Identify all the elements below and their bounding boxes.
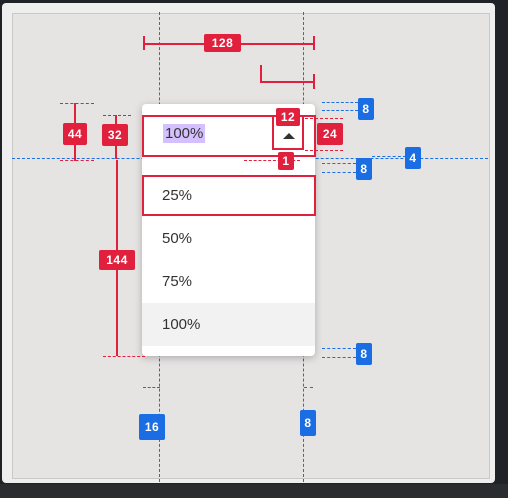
dropdown-option-100[interactable]: 100% bbox=[142, 303, 315, 346]
dim-128-tick-left bbox=[143, 36, 145, 50]
space-8-bottom-line1 bbox=[322, 348, 356, 349]
dim-24-badge: 24 bbox=[317, 123, 343, 145]
space-8-top-line1 bbox=[322, 102, 358, 103]
dim-icon-offset-tick-right bbox=[313, 74, 315, 89]
dim-128-tick-right bbox=[313, 36, 315, 50]
space-16-line bbox=[143, 387, 160, 388]
space-8-top-line2 bbox=[322, 110, 358, 111]
dim-44-top bbox=[60, 103, 94, 104]
space-8-top-badge: 8 bbox=[358, 98, 374, 120]
space-8-edge-line bbox=[304, 387, 313, 388]
dim-24-bottom bbox=[305, 150, 343, 151]
dim-1-badge: 1 bbox=[278, 152, 294, 170]
dropdown-option-50[interactable]: 50% bbox=[142, 217, 315, 260]
dim-44-badge: 44 bbox=[63, 123, 87, 145]
space-8-bottom-badge: 8 bbox=[356, 343, 372, 365]
dim-24-top bbox=[305, 118, 343, 119]
dim-144-bottom bbox=[103, 356, 145, 357]
space-8-mid-line2 bbox=[322, 172, 356, 173]
dim-32-badge: 32 bbox=[102, 124, 128, 146]
space-4-badge: 4 bbox=[405, 147, 421, 169]
frame-bottom bbox=[0, 484, 508, 498]
dim-44-bottom bbox=[60, 160, 94, 161]
option-outline bbox=[142, 175, 316, 216]
space-4-line bbox=[372, 156, 406, 157]
dim-12-badge: 12 bbox=[276, 108, 300, 126]
dim-icon-offset-tick-left bbox=[260, 65, 262, 82]
space-16-badge: 16 bbox=[139, 414, 165, 440]
space-8-edge-badge: 8 bbox=[300, 410, 316, 436]
dim-icon-offset-line bbox=[260, 81, 314, 83]
dim-32-top bbox=[103, 115, 131, 116]
dim-128-badge: 128 bbox=[204, 34, 241, 52]
space-8-bottom-line2 bbox=[322, 357, 356, 358]
dropdown-option-75[interactable]: 75% bbox=[142, 260, 315, 303]
space-8-mid-badge: 8 bbox=[356, 158, 372, 180]
dim-144-badge: 144 bbox=[99, 250, 135, 270]
space-8-mid-line1 bbox=[322, 163, 356, 164]
